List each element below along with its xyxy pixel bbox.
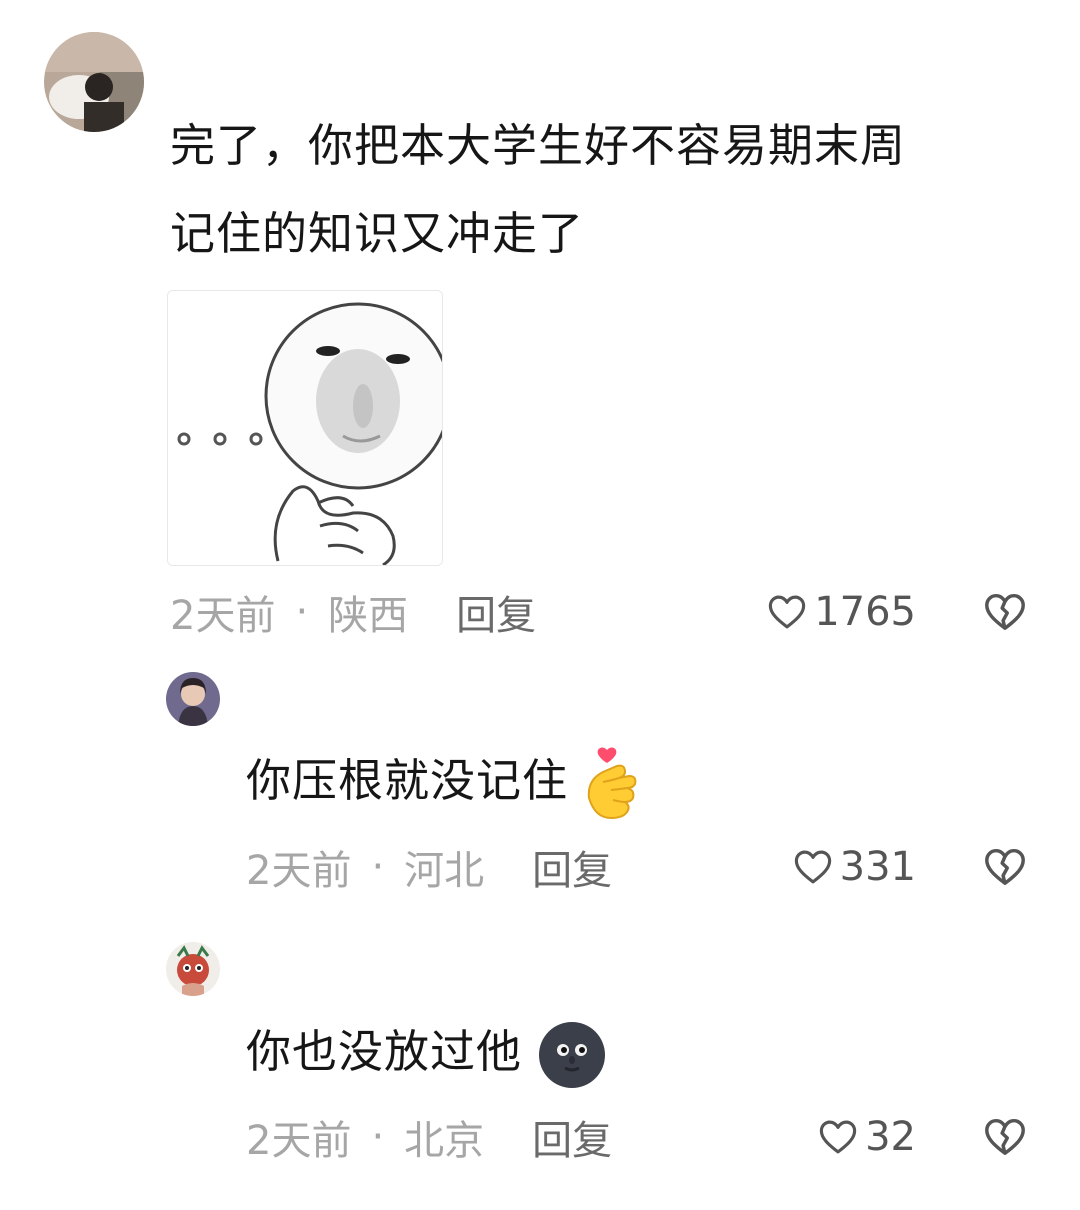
like-count: 32 [865,1114,916,1160]
avatar-photo [166,672,220,726]
heart-outline-icon [769,595,806,629]
comment-text: 你也没放过他 [246,1008,607,1096]
broken-heart-icon [985,848,1025,886]
comment-text-body: 你压根就没记住 [246,754,569,807]
avatar[interactable] [166,672,220,726]
comment-text: 你压根就没记住 [246,737,643,825]
comment-location: 北京 [404,1118,485,1164]
like-count: 1765 [814,589,916,635]
like-button[interactable]: 32 [740,1112,916,1162]
meta-separator: · [295,589,309,635]
meta-separator: · [371,1114,385,1160]
new-moon-face-emoji [539,1022,606,1088]
like-count: 331 [839,844,916,890]
dislike-button[interactable] [982,1114,1028,1160]
heart-outline-icon [794,850,831,884]
like-button[interactable]: 1765 [740,587,916,637]
comment-text-line: 完了，你把本大学生好不容易期末周 [170,119,907,172]
reply-button[interactable]: 回复 [532,838,612,896]
thinking-face-sticker [168,291,442,565]
meta-separator: · [371,844,385,890]
comment-text-line: 记住的知识又冲走了 [170,207,585,260]
heart-outline-icon [819,1120,857,1154]
broken-heart-icon [985,593,1025,631]
avatar[interactable] [166,942,220,996]
comment-time: 2天前 [246,1118,352,1164]
dislike-button[interactable] [982,844,1028,890]
comment-meta: 2天前 · 河北 回复 [246,842,612,894]
comment-meta: 2天前 · 陕西 回复 [170,587,536,639]
comment-time: 2天前 [170,593,276,639]
dislike-button[interactable] [982,589,1028,635]
comment-location: 陕西 [328,593,409,639]
comment-meta: 2天前 · 北京 回复 [246,1112,612,1164]
meme-sticker[interactable] [167,290,443,566]
avatar-photo [166,942,220,996]
finger-heart-emoji [588,747,637,820]
reply-button[interactable]: 回复 [532,1108,612,1166]
comment-location: 河北 [404,848,485,894]
avatar[interactable] [44,32,144,132]
reply-button[interactable]: 回复 [456,583,536,641]
like-button[interactable]: 331 [740,842,916,892]
comment-text-body: 你也没放过他 [246,1025,523,1078]
broken-heart-icon [985,1118,1025,1156]
comment-time: 2天前 [246,848,352,894]
avatar-photo [44,32,144,132]
comment-text: 完了，你把本大学生好不容易期末周 记住的知识又冲走了 [170,102,906,278]
